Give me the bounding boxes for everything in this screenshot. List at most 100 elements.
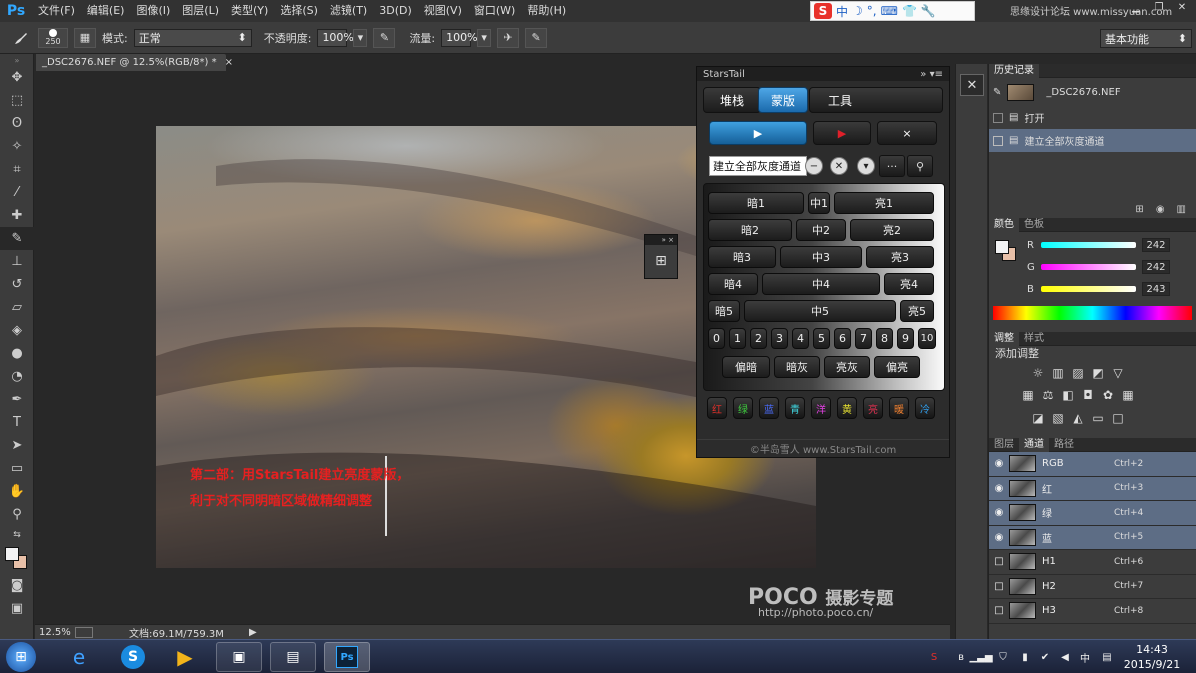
image-viewer-icon[interactable]: ▣: [216, 642, 262, 672]
hand-tool-icon[interactable]: ✋: [0, 480, 34, 503]
brush-tool-icon[interactable]: ✎: [0, 227, 34, 250]
swap-colors-icon[interactable]: ⇆: [0, 526, 34, 544]
mid5-button[interactable]: 中5: [744, 300, 896, 322]
moon-icon[interactable]: ☽: [852, 4, 863, 18]
channel-row[interactable]: ◉ RGB Ctrl+2: [989, 452, 1196, 477]
eye-icon[interactable]: ◉: [989, 483, 1009, 494]
b-track[interactable]: [1041, 286, 1136, 292]
tab-adjustments[interactable]: 调整: [989, 331, 1019, 346]
channel-mixer-icon[interactable]: ✿: [1101, 388, 1115, 402]
document-tab[interactable]: _DSC2676.NEF @ 12.5%(RGB/8*) * ×: [36, 54, 233, 71]
zoom-level[interactable]: 12.5%: [35, 627, 75, 638]
tab-swatches[interactable]: 色板: [1019, 218, 1049, 232]
mid2-button[interactable]: 中2: [796, 219, 846, 241]
g-track[interactable]: [1041, 264, 1136, 270]
clone-stamp-tool-icon[interactable]: ⊥: [0, 250, 34, 273]
close-panel-icon[interactable]: ✕: [960, 74, 984, 96]
color-cool-button[interactable]: 冷: [915, 397, 935, 419]
g-value[interactable]: 242: [1142, 260, 1170, 274]
workspace-select[interactable]: 基本功能 ⬍: [1100, 29, 1192, 48]
history-checkbox[interactable]: [993, 112, 1003, 123]
mode-select[interactable]: 正常 ⬍: [133, 28, 252, 47]
media-player-icon[interactable]: ▶: [162, 642, 208, 672]
more-icon[interactable]: ···: [879, 155, 905, 177]
flow-dropdown-icon[interactable]: ▾: [477, 28, 492, 47]
explorer-icon[interactable]: ▤: [270, 642, 316, 672]
channel-row[interactable]: ◉ 蓝 Ctrl+5: [989, 525, 1196, 550]
channel-row[interactable]: ◉ 绿 Ctrl+4: [989, 501, 1196, 526]
g-slider[interactable]: G 242: [1027, 256, 1170, 278]
play-button[interactable]: ▶: [709, 121, 807, 145]
mid3-button[interactable]: 中3: [780, 246, 862, 268]
marquee-tool-icon[interactable]: ⬚: [0, 89, 34, 112]
type-tool-icon[interactable]: T: [0, 411, 34, 434]
crop-tool-icon[interactable]: ⌗: [0, 158, 34, 181]
number-8-button[interactable]: 8: [876, 328, 893, 349]
selective-color-icon[interactable]: □: [1111, 411, 1125, 425]
light2-button[interactable]: 亮2: [850, 219, 934, 241]
wrench-icon[interactable]: 🔧: [921, 4, 936, 18]
path-select-tool-icon[interactable]: ➤: [0, 434, 34, 457]
ime-lang[interactable]: 中: [836, 3, 848, 20]
photo-filter-icon[interactable]: ◘: [1081, 388, 1095, 402]
volume-icon[interactable]: ◀: [1058, 650, 1072, 664]
zoom-tool-icon[interactable]: ⚲: [0, 503, 34, 526]
start-button[interactable]: ⊞: [6, 642, 36, 672]
history-snapshot[interactable]: ✎ _DSC2676.NEF: [989, 78, 1196, 106]
dark5-button[interactable]: 暗5: [708, 300, 740, 322]
color-warm-button[interactable]: 暖: [889, 397, 909, 419]
r-value[interactable]: 242: [1142, 238, 1170, 252]
color-green-button[interactable]: 绿: [733, 397, 753, 419]
tab-mask[interactable]: 蒙版: [758, 87, 808, 113]
sogou-app-icon[interactable]: S: [110, 642, 156, 672]
sogou-tray-icon[interactable]: S: [927, 650, 941, 664]
channel-row[interactable]: □ H1 Ctrl+6: [989, 550, 1196, 575]
menu-help[interactable]: 帮助(H): [521, 0, 572, 22]
eye-icon[interactable]: ◉: [989, 458, 1009, 469]
menu-filter[interactable]: 滤镜(T): [324, 0, 373, 22]
ie-icon[interactable]: e: [56, 642, 102, 672]
toolbar-collapse-icon[interactable]: »: [0, 54, 34, 66]
ime-toolbar[interactable]: S 中 ☽ °, ⌨ 👕 🔧: [810, 1, 975, 21]
visibility-toggle[interactable]: □: [989, 581, 1009, 592]
new-document-icon[interactable]: ⊞: [1135, 204, 1143, 216]
light4-button[interactable]: 亮4: [884, 273, 934, 295]
dodge-tool-icon[interactable]: ◔: [0, 365, 34, 388]
number-5-button[interactable]: 5: [813, 328, 830, 349]
menu-edit[interactable]: 编辑(E): [81, 0, 131, 22]
color-balance-icon[interactable]: ⚖: [1041, 388, 1055, 402]
gradient-map-icon[interactable]: ▭: [1091, 411, 1105, 425]
close-document-icon[interactable]: ×: [225, 57, 233, 68]
menu-file[interactable]: 文件(F): [32, 0, 81, 22]
move-tool-icon[interactable]: ✥: [0, 66, 34, 89]
threshold-icon[interactable]: ◭: [1071, 411, 1085, 425]
menu-image[interactable]: 图像(I): [130, 0, 176, 22]
tab-channels[interactable]: 通道: [1019, 437, 1049, 452]
tab-stack[interactable]: 堆栈: [703, 87, 761, 113]
dropdown-icon[interactable]: ▾: [857, 157, 875, 175]
network-icon[interactable]: ▁▃▅: [969, 650, 992, 664]
brush-size-picker[interactable]: 250: [38, 27, 68, 48]
lighter-button[interactable]: 偏亮: [874, 356, 920, 378]
bluetooth-icon[interactable]: ʙ: [954, 650, 968, 664]
security-icon[interactable]: ✔: [1038, 650, 1052, 664]
dark-gray-button[interactable]: 暗灰: [774, 356, 820, 378]
tab-paths[interactable]: 路径: [1049, 438, 1079, 452]
menu-view[interactable]: 视图(V): [418, 0, 468, 22]
vibrance-icon[interactable]: ▽: [1111, 366, 1125, 380]
number-10-button[interactable]: 10: [918, 328, 936, 349]
close-icon[interactable]: ✕: [1171, 0, 1193, 14]
brush-tool-icon[interactable]: [10, 28, 32, 48]
eye-icon[interactable]: ◉: [989, 532, 1009, 543]
menu-window[interactable]: 窗口(W): [468, 0, 521, 22]
b-slider[interactable]: B 243: [1027, 278, 1170, 300]
punctuation-icon[interactable]: °,: [867, 4, 877, 18]
flow-input[interactable]: 100%: [441, 28, 478, 47]
tab-history[interactable]: 历史记录: [989, 63, 1039, 78]
dark2-button[interactable]: 暗2: [708, 219, 792, 241]
clear-icon[interactable]: ✕: [830, 157, 848, 175]
dark3-button[interactable]: 暗3: [708, 246, 776, 268]
channel-row[interactable]: □ H2 Ctrl+7: [989, 575, 1196, 599]
search-icon[interactable]: ⚲: [907, 155, 933, 177]
color-bright-button[interactable]: 亮: [863, 397, 883, 419]
